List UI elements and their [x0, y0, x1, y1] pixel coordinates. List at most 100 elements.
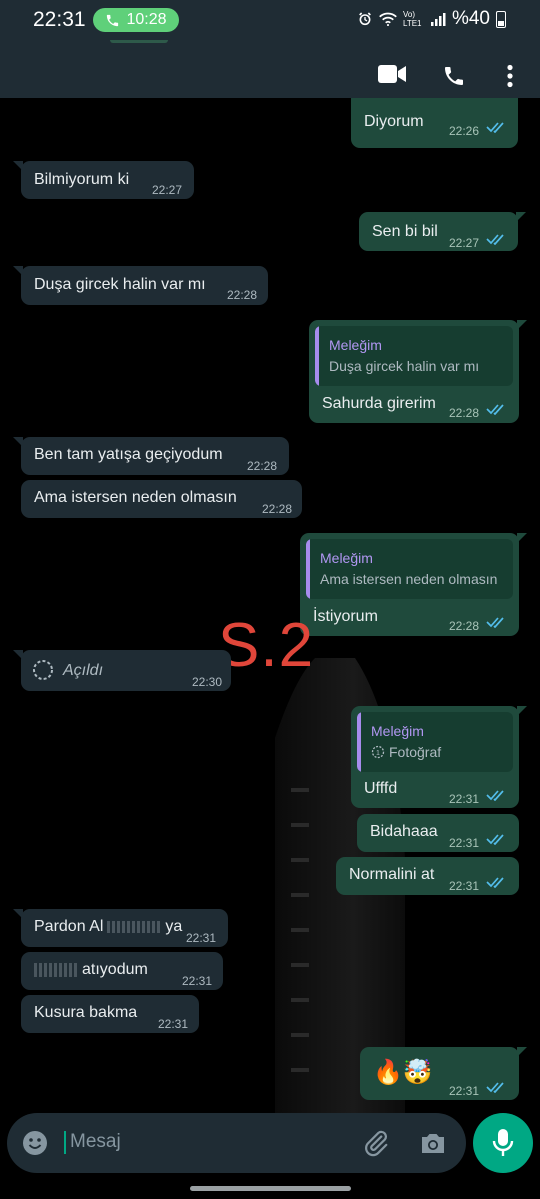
message-time: 22:28 [247, 459, 278, 473]
status-time: 22:31 [33, 8, 86, 31]
read-receipt-icon [486, 877, 504, 888]
message-text: atıyodum [34, 960, 148, 980]
message-text: Bidahaaa [370, 823, 438, 840]
signal-icon [430, 13, 446, 26]
message-time: 22:28 [449, 619, 480, 633]
call-duration: 10:28 [126, 11, 167, 28]
message-incoming[interactable]: Pardon Al ya 22:31 [13, 909, 228, 947]
message-text: Sen bi bil [372, 223, 438, 240]
phone-icon [107, 14, 119, 26]
message-incoming[interactable]: Ben tam yatışa geçiyodum 22:28 [13, 437, 289, 475]
svg-text:1: 1 [376, 750, 380, 757]
message-incoming[interactable]: Ama istersen neden olmasın 22:28 [21, 480, 302, 518]
message-incoming[interactable]: atıyodum 22:31 [21, 952, 223, 990]
quoted-message[interactable]: Meleğim 1 Fotoğraf [357, 712, 513, 772]
quote-text: Ama istersen neden olmasın [320, 571, 498, 587]
camera-icon[interactable] [419, 1130, 447, 1156]
watermark-label: S.2 [218, 611, 315, 680]
view-once-icon: 1 [371, 745, 385, 759]
message-text: Normalini at [349, 866, 435, 883]
quote-accent-bar [306, 539, 310, 599]
message-text: Bilmiyorum ki [34, 171, 130, 188]
battery-percent: %40 [451, 8, 490, 29]
read-receipt-icon [486, 122, 504, 133]
message-time: 22:31 [449, 792, 480, 806]
message-outgoing-reply[interactable]: Meleğim 1 Fotoğraf Ufffd 22:31 [351, 706, 527, 808]
message-time: 22:27 [152, 183, 183, 197]
message-time: 22:27 [449, 236, 480, 250]
message-outgoing[interactable]: 🔥🤯 22:31 [360, 1047, 527, 1100]
message-time: 22:31 [186, 931, 217, 945]
emoji-icon[interactable] [22, 1130, 48, 1156]
message-incoming[interactable]: Duşa gircek halin var mı 22:28 [13, 266, 268, 305]
microphone-icon [492, 1129, 514, 1156]
message-text: Sahurda girerim [322, 395, 436, 412]
message-text: 🔥🤯 [373, 1059, 433, 1086]
message-outgoing[interactable]: Diyorum 22:26 [351, 98, 518, 148]
read-receipt-icon [486, 790, 504, 801]
quote-accent-bar [315, 326, 319, 386]
message-time: 22:31 [158, 1017, 189, 1031]
message-time: 22:31 [449, 879, 480, 893]
composer-bar: Mesaj [0, 1113, 540, 1199]
video-call-icon[interactable] [378, 64, 406, 84]
ongoing-call-pill[interactable]: 10:28 [93, 8, 179, 32]
chat-area[interactable]: Diyorum 22:26 Bilmiyorum ki 22:27 Sen bi… [0, 98, 540, 1113]
read-receipt-icon [486, 404, 504, 415]
read-receipt-icon [486, 1082, 504, 1093]
message-time: 22:31 [182, 974, 213, 988]
wifi-icon [379, 12, 397, 26]
message-time: 22:26 [449, 124, 480, 138]
quoted-message[interactable]: Meleğim Duşa gircek halin var mı [315, 326, 513, 386]
header-indicator [110, 40, 168, 43]
message-text: Kusura bakma [34, 1004, 138, 1021]
message-text: İstiyorum [313, 608, 378, 625]
more-options-icon[interactable] [506, 64, 514, 88]
read-receipt-icon [486, 234, 504, 245]
network-label: Vo) LTE1 [402, 10, 422, 28]
message-time: 22:28 [449, 406, 480, 420]
message-text: Pardon Al ya [34, 918, 183, 935]
message-outgoing[interactable]: Sen bi bil 22:27 [359, 212, 526, 251]
status-icons: Vo) LTE1 %40 [357, 8, 506, 30]
message-text: Ben tam yatışa geçiyodum [34, 446, 223, 463]
redacted-text [34, 962, 78, 977]
message-time: 22:28 [262, 502, 293, 516]
voice-message-button[interactable] [473, 1113, 533, 1173]
message-time: 22:31 [449, 1084, 480, 1098]
message-text: Diyorum [364, 113, 424, 130]
quote-sender: Meleğim [371, 723, 424, 739]
message-time: 22:31 [449, 836, 480, 850]
chat-header [0, 40, 540, 98]
message-text: Ufffd [364, 780, 398, 797]
message-time: 22:30 [192, 675, 223, 689]
quote-sender: Meleğim [329, 337, 382, 353]
quote-text: Duşa gircek halin var mı [329, 358, 480, 374]
voice-call-icon[interactable] [442, 64, 466, 88]
message-outgoing-reply[interactable]: Meleğim Ama istersen neden olmasın İstiy… [300, 533, 527, 636]
view-once-opened-icon [33, 660, 53, 680]
message-text: Duşa gircek halin var mı [34, 276, 206, 293]
message-outgoing[interactable]: Bidahaaa 22:31 [357, 814, 519, 852]
message-outgoing-reply[interactable]: Meleğim Duşa gircek halin var mı Sahurda… [309, 320, 527, 423]
message-incoming[interactable]: Bilmiyorum ki 22:27 [13, 161, 194, 199]
quoted-message[interactable]: Meleğim Ama istersen neden olmasın [306, 539, 513, 599]
message-incoming-view-once[interactable]: Açıldı 22:30 [13, 650, 231, 691]
message-input[interactable]: Mesaj [70, 1131, 121, 1153]
read-receipt-icon [486, 617, 504, 628]
redacted-text [107, 920, 162, 933]
quote-text: 1 Fotoğraf [371, 742, 441, 762]
attach-icon[interactable] [362, 1129, 390, 1157]
read-receipt-icon [486, 834, 504, 845]
home-indicator[interactable] [190, 1186, 351, 1191]
message-input-container[interactable]: Mesaj [7, 1113, 466, 1173]
quote-sender: Meleğim [320, 550, 373, 566]
status-bar: 22:31 10:28 Vo) LTE1 %40 [0, 0, 540, 40]
message-time: 22:28 [227, 288, 258, 302]
message-text: Açıldı [63, 662, 104, 679]
message-incoming[interactable]: Kusura bakma 22:31 [21, 995, 199, 1033]
battery-icon [496, 10, 506, 28]
message-outgoing[interactable]: Normalini at 22:31 [336, 857, 519, 895]
message-text: Ama istersen neden olmasın [34, 489, 237, 506]
quote-accent-bar [357, 712, 361, 772]
